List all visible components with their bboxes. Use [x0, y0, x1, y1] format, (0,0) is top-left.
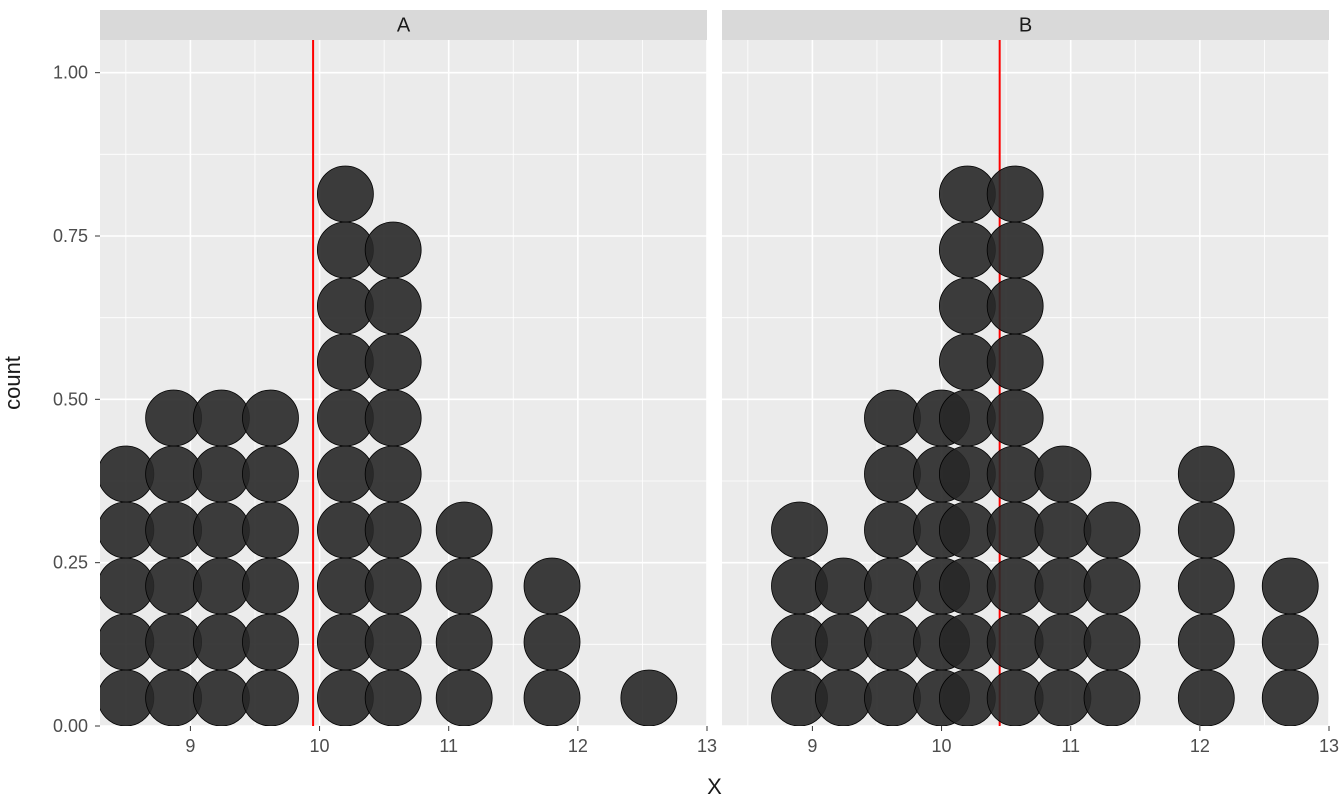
dot	[1178, 670, 1234, 726]
dot	[436, 614, 492, 670]
x-tick-label: 11	[439, 736, 458, 756]
dot	[1035, 446, 1091, 502]
y-tick-label: 0.75	[53, 226, 88, 246]
dot	[242, 614, 298, 670]
dot	[1084, 670, 1140, 726]
x-tick-label: 11	[1061, 736, 1080, 756]
dot	[987, 222, 1043, 278]
dot	[242, 502, 298, 558]
dot	[987, 278, 1043, 334]
dot	[1084, 614, 1140, 670]
dot	[864, 614, 920, 670]
x-tick-label: 13	[697, 736, 717, 756]
dot	[436, 558, 492, 614]
dot	[365, 670, 421, 726]
dot	[242, 446, 298, 502]
dot	[365, 558, 421, 614]
dotplot-faceted-chart: { "chart_data": { "type": "dotplot", "fa…	[0, 0, 1344, 806]
dot	[771, 502, 827, 558]
dot	[1035, 670, 1091, 726]
dot	[242, 558, 298, 614]
dot	[242, 390, 298, 446]
dot	[193, 558, 249, 614]
dot	[1262, 558, 1318, 614]
dot	[524, 670, 580, 726]
dot	[1084, 502, 1140, 558]
dot	[193, 446, 249, 502]
x-tick-label: 12	[1190, 736, 1210, 756]
dot	[524, 558, 580, 614]
dot	[864, 446, 920, 502]
dot	[864, 558, 920, 614]
facet-strip-label: B	[1019, 14, 1032, 36]
dot	[1178, 558, 1234, 614]
x-tick-label: 12	[568, 736, 588, 756]
dot	[365, 278, 421, 334]
dot	[365, 502, 421, 558]
dot	[524, 614, 580, 670]
dot	[815, 614, 871, 670]
dot	[987, 390, 1043, 446]
y-tick-label: 0.50	[53, 389, 88, 409]
dot	[242, 670, 298, 726]
dot	[1035, 614, 1091, 670]
dot	[365, 614, 421, 670]
dot	[365, 446, 421, 502]
y-tick-label: 1.00	[53, 63, 88, 83]
dot	[193, 670, 249, 726]
dot	[987, 334, 1043, 390]
dot	[1178, 502, 1234, 558]
dot	[193, 502, 249, 558]
x-tick-label: 9	[807, 736, 817, 756]
dot	[1178, 614, 1234, 670]
dot	[436, 670, 492, 726]
dot	[1178, 446, 1234, 502]
dot	[987, 166, 1043, 222]
dot	[1084, 558, 1140, 614]
x-tick-label: 13	[1319, 736, 1339, 756]
dot	[365, 334, 421, 390]
dot	[864, 390, 920, 446]
dot	[193, 614, 249, 670]
x-tick-label: 10	[932, 736, 952, 756]
dot	[1262, 670, 1318, 726]
dot	[815, 670, 871, 726]
y-tick-label: 0.00	[53, 716, 88, 736]
dot	[436, 502, 492, 558]
x-axis-title: X	[707, 774, 722, 799]
dot	[815, 558, 871, 614]
dot	[1262, 614, 1318, 670]
dot	[365, 222, 421, 278]
dot	[864, 502, 920, 558]
y-axis-title: count	[0, 356, 25, 410]
chart-svg: count X 0.00 0.25 0.50 0.75 1.00 A 9 10 11 12 13 B 9 10…	[0, 0, 1344, 806]
dot	[1035, 502, 1091, 558]
dot	[864, 670, 920, 726]
x-tick-label: 9	[185, 736, 195, 756]
x-tick-label: 10	[310, 736, 330, 756]
dot	[621, 670, 677, 726]
dot	[193, 390, 249, 446]
facet-strip-label: A	[397, 14, 411, 36]
dot	[365, 390, 421, 446]
dot	[1035, 558, 1091, 614]
dot	[317, 166, 373, 222]
y-tick-label: 0.25	[53, 553, 88, 573]
